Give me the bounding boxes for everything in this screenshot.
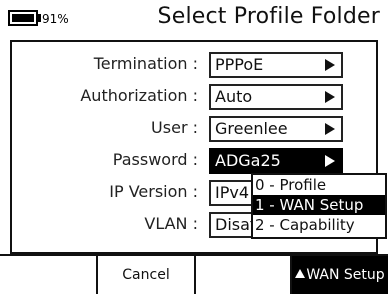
- battery-level-fill: [12, 14, 34, 22]
- vlan-value: Disat: [215, 215, 257, 234]
- row-termination: Termination : PPPoE: [12, 50, 376, 78]
- triangle-right-icon: [325, 91, 335, 103]
- wan-setup-label: WAN Setup: [306, 267, 385, 283]
- termination-label: Termination :: [93, 54, 198, 73]
- battery-percent: 91%: [42, 12, 69, 26]
- header-bar: 91% Select Profile Folder: [0, 0, 388, 40]
- ip-version-label: IP Version :: [109, 182, 198, 201]
- wan-setup-button[interactable]: WAN Setup: [290, 256, 388, 294]
- battery-tip: [38, 14, 41, 22]
- triangle-right-icon: [325, 155, 335, 167]
- softkey-3[interactable]: [194, 256, 290, 294]
- termination-field[interactable]: PPPoE: [209, 52, 343, 78]
- battery-icon: [8, 10, 38, 26]
- authorization-label: Authorization :: [80, 86, 198, 105]
- user-label: User :: [151, 118, 198, 137]
- triangle-up-icon: [295, 269, 306, 278]
- dropdown-item-capability[interactable]: 2 - Capability: [253, 215, 385, 235]
- cancel-button[interactable]: Cancel: [96, 256, 194, 294]
- authorization-value: Auto: [215, 87, 253, 106]
- authorization-field[interactable]: Auto: [209, 84, 343, 110]
- ip-version-value: IPv4: [215, 183, 250, 202]
- dropdown-item-wan-setup[interactable]: 1 - WAN Setup: [253, 195, 385, 215]
- password-field[interactable]: ADGa25: [209, 148, 343, 174]
- triangle-right-icon: [325, 59, 335, 71]
- dropdown-item-profile[interactable]: 0 - Profile: [253, 175, 385, 195]
- softkey-1[interactable]: [0, 256, 96, 294]
- triangle-right-icon: [325, 123, 335, 135]
- termination-value: PPPoE: [215, 55, 264, 74]
- profile-folder-dropdown: 0 - Profile 1 - WAN Setup 2 - Capability: [251, 173, 387, 239]
- cancel-label: Cancel: [122, 267, 170, 283]
- device-screen: 91% Select Profile Folder Termination : …: [0, 0, 388, 294]
- vlan-label: VLAN :: [144, 214, 198, 233]
- row-password: Password : ADGa25: [12, 146, 376, 174]
- row-user: User : Greenlee: [12, 114, 376, 142]
- page-title: Select Profile Folder: [157, 4, 380, 29]
- user-field[interactable]: Greenlee: [209, 116, 343, 142]
- password-label: Password :: [112, 150, 198, 169]
- row-authorization: Authorization : Auto: [12, 82, 376, 110]
- user-value: Greenlee: [215, 119, 288, 138]
- softkey-bar: Cancel WAN Setup: [0, 254, 388, 294]
- password-value: ADGa25: [215, 151, 281, 170]
